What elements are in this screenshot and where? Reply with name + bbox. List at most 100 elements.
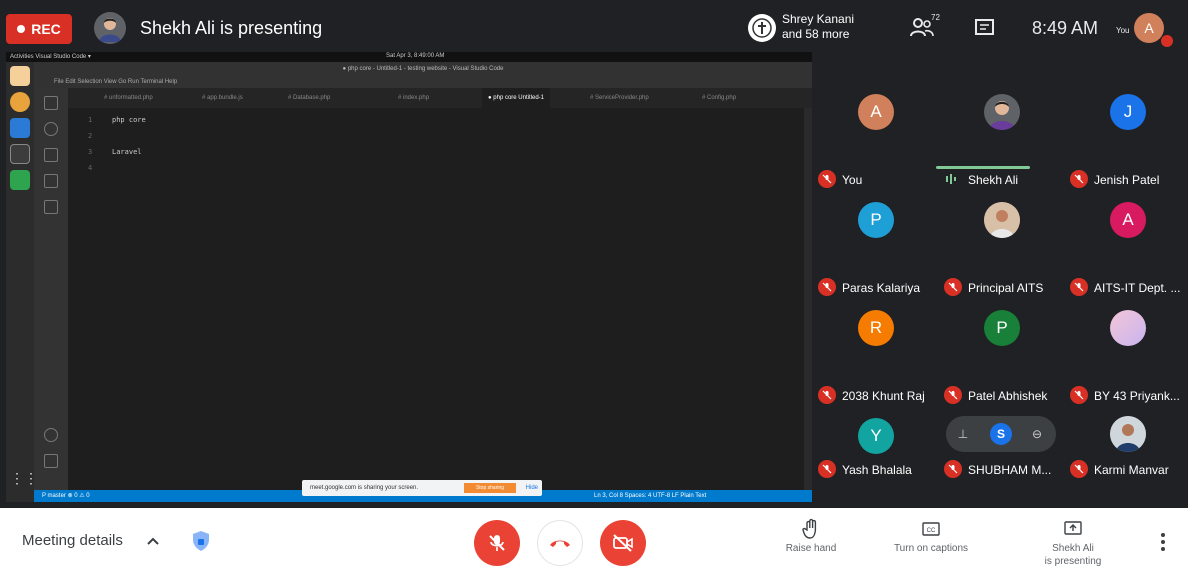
shield-icon[interactable] <box>191 530 211 552</box>
settings-icon <box>44 454 58 468</box>
mic-off-icon <box>944 386 962 404</box>
editor-tab: # Config.php <box>702 95 737 101</box>
editor-tab: # Database.php <box>288 95 331 101</box>
participant-name: AITS-IT Dept. ... <box>1094 281 1181 295</box>
meeting-details-button[interactable]: Meeting details <box>22 532 123 549</box>
participant-tile[interactable]: Principal AITS <box>944 188 1068 298</box>
chevron-up-icon[interactable] <box>146 534 160 548</box>
line-number: 3 <box>88 148 93 156</box>
presenting-label-line1: Shekh Ali <box>1052 543 1094 554</box>
participant-avatar: Y <box>858 418 894 454</box>
mic-off-icon <box>1070 386 1088 404</box>
unmute-button[interactable] <box>474 520 520 566</box>
stop-sharing-button: Stop sharing <box>464 483 516 493</box>
editor-tab: # ServiceProvider.php <box>590 95 649 101</box>
captions-button[interactable]: CC Turn on captions <box>876 514 986 574</box>
mic-off-icon <box>818 386 836 404</box>
raise-hand-button[interactable]: Raise hand <box>756 514 866 574</box>
turn-on-camera-button[interactable] <box>600 520 646 566</box>
other-participants: Shrey Kanani and 58 more <box>782 12 872 42</box>
participant-tile[interactable]: SHUBHAM M... <box>944 404 1068 508</box>
presenting-label-line2: is presenting <box>1044 556 1102 567</box>
participant-tile[interactable]: J Jenish Patel <box>1070 80 1188 190</box>
files-icon <box>10 66 30 86</box>
sharing-notification: meet.google.com is sharing your screen. … <box>302 480 542 496</box>
participant-name: Patel Abhishek <box>968 389 1048 403</box>
meet-icon <box>10 170 30 190</box>
participant-tile[interactable]: R 2038 Khunt Raj <box>818 296 942 406</box>
bottom-bar: Meeting details Raise hand CC Turn on ca… <box>0 508 1188 580</box>
window-title: ● php core - Untitled-1 - testing websit… <box>34 62 812 76</box>
svg-text:CC: CC <box>927 528 936 534</box>
present-icon <box>1064 521 1082 535</box>
people-count: 72 <box>931 13 940 22</box>
participant-tile[interactable]: BY 43 Priyank... <box>1070 296 1188 406</box>
mic-off-icon <box>1070 460 1088 478</box>
chat-icon[interactable] <box>974 18 996 38</box>
participant-name: You <box>842 173 863 187</box>
participant-name: Yash Bhalala <box>842 463 912 477</box>
mic-off-icon <box>1161 35 1173 47</box>
activity-bar <box>34 88 68 490</box>
line-number: 2 <box>88 132 93 140</box>
others-name: Shrey Kanani <box>782 12 855 26</box>
hide-notification-button: Hide <box>525 485 538 491</box>
raise-hand-label: Raise hand <box>785 543 837 554</box>
participant-avatar: P <box>984 310 1020 346</box>
clock: 8:49 AM <box>1032 18 1099 38</box>
apps-grid-icon: ⋮⋮ <box>10 470 38 486</box>
participant-avatar: A <box>858 94 894 130</box>
camera-off-icon <box>613 534 633 552</box>
line-number: 1 <box>88 116 93 124</box>
code-line: php core <box>112 116 146 124</box>
participant-tile[interactable]: Karmi Manvar <box>1070 404 1188 508</box>
vscode-icon <box>10 118 30 138</box>
sharing-notification-text: meet.google.com is sharing your screen. <box>310 485 419 491</box>
editor-tab: # unformatted.php <box>104 95 153 101</box>
leave-call-button[interactable] <box>537 520 583 566</box>
participant-tile-active-speaker[interactable]: Shekh Ali <box>944 80 1068 190</box>
participant-tile[interactable]: P Patel Abhishek <box>944 296 1068 406</box>
participant-name: Shekh Ali <box>968 173 1019 187</box>
recording-label: REC <box>31 21 61 37</box>
code-line: Laravel <box>112 148 142 156</box>
debug-icon <box>44 174 58 188</box>
participant-tile[interactable]: A You <box>818 80 942 190</box>
editor-tab-active: ● php core Untitled-1 <box>482 88 550 108</box>
participant-avatar: A <box>1110 202 1146 238</box>
participant-name: SHUBHAM M... <box>968 463 1052 477</box>
editor-scrollbar <box>804 108 812 490</box>
record-dot-icon <box>17 25 26 33</box>
more-options-icon[interactable] <box>1153 530 1173 554</box>
mic-off-icon <box>818 460 836 478</box>
participant-name: Karmi Manvar <box>1094 463 1169 477</box>
captions-label: Turn on captions <box>893 543 969 554</box>
account-icon <box>44 428 58 442</box>
source-control-icon <box>44 148 58 162</box>
editor-tabs: # unformatted.php # app.bundle.js # Data… <box>68 88 812 108</box>
participant-name: BY 43 Priyank... <box>1094 389 1180 403</box>
participant-avatar: J <box>1110 94 1146 130</box>
presenting-title: Shekh Ali is presenting <box>140 18 323 38</box>
shared-screen: Activities Visual Studio Code ▾ Sat Apr … <box>6 52 812 502</box>
menu-bar: File Edit Selection View Go Run Terminal… <box>34 76 812 88</box>
participant-name: Paras Kalariya <box>842 281 921 295</box>
others-more: and 58 more <box>782 27 850 41</box>
participant-tile[interactable]: P Paras Kalariya <box>818 188 942 298</box>
participant-avatar: R <box>858 310 894 346</box>
participant-avatar: P <box>858 202 894 238</box>
participant-name: 2038 Khunt Raj <box>842 389 925 403</box>
participant-avatar <box>984 94 1020 130</box>
participant-name: Principal AITS <box>968 281 1044 295</box>
present-now-button[interactable]: Shekh Ali is presenting <box>1018 514 1128 574</box>
ubuntu-top-bar: Activities Visual Studio Code ▾ Sat Apr … <box>6 52 812 62</box>
explorer-icon <box>44 96 58 110</box>
mic-off-icon <box>944 460 962 478</box>
search-icon <box>44 122 58 136</box>
mic-off-icon <box>818 170 836 188</box>
participant-tile[interactable]: Y Yash Bhalala <box>818 404 942 508</box>
self-avatar[interactable]: A <box>1134 13 1164 43</box>
mic-off-icon <box>1070 170 1088 188</box>
editor-tab: # index.php <box>398 95 430 101</box>
participant-tile[interactable]: A AITS-IT Dept. ... <box>1070 188 1188 298</box>
